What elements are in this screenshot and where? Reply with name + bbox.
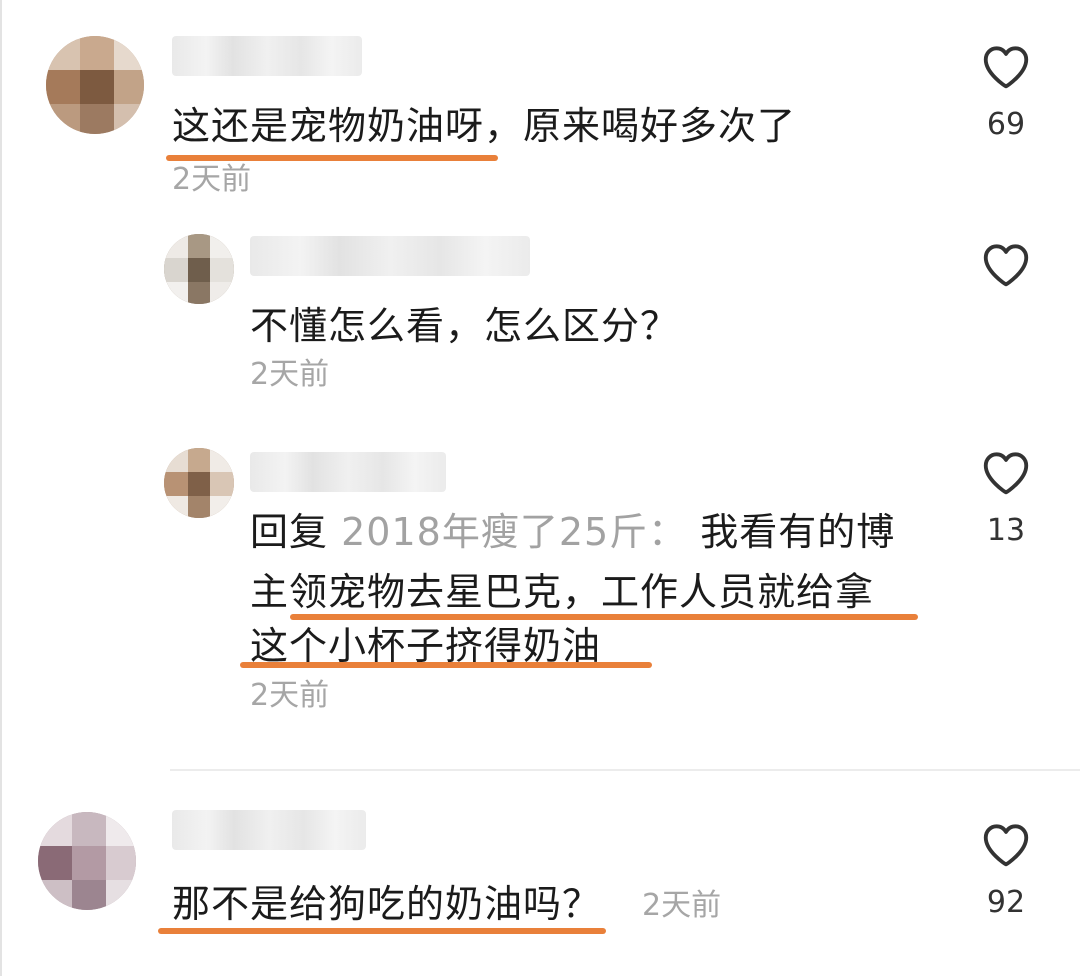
username-blurred-comment-1[interactable] [172, 36, 362, 76]
reply-text-start: 我看有的博 [700, 510, 896, 554]
username-blurred-comment-4[interactable] [172, 810, 366, 850]
highlight-underline [240, 662, 652, 668]
username-blurred-comment-2[interactable] [250, 236, 530, 276]
like-count-comment-1: 69 [986, 107, 1026, 142]
avatar-comment-4[interactable] [38, 812, 136, 910]
reply-target-user[interactable]: 2018年瘦了25斤： [341, 510, 687, 554]
comment-2-time: 2天前 [250, 357, 330, 392]
comment-2-text: 不懂怎么看，怎么区分？ [250, 304, 680, 348]
left-edge-rule [0, 0, 2, 976]
comment-3-line-2: 主领宠物去星巴克，工作人员就给拿 [250, 570, 875, 614]
comment-1-text: 这还是宠物奶油呀，原来喝好多次了 [172, 104, 797, 148]
heart-icon[interactable] [976, 818, 1036, 872]
comment-thread: 这还是宠物奶油呀，原来喝好多次了 2天前 69 不懂怎么看，怎么区分？ 2天前 … [0, 0, 1080, 976]
thread-divider [170, 769, 1080, 771]
like-count-comment-4: 92 [986, 885, 1026, 920]
comment-3-time: 2天前 [250, 678, 330, 713]
comment-4-text: 那不是给狗吃的奶油吗？ [172, 882, 602, 926]
like-count-comment-3: 13 [986, 513, 1026, 548]
reply-prefix: 回复 [250, 510, 329, 554]
highlight-underline [166, 155, 498, 161]
highlight-underline [158, 928, 606, 934]
avatar-comment-3[interactable] [164, 448, 234, 518]
comment-1-time: 2天前 [172, 162, 252, 197]
heart-icon[interactable] [976, 238, 1036, 292]
heart-icon[interactable] [976, 446, 1036, 500]
highlight-underline [290, 614, 918, 620]
comment-3-line-1: 回复 2018年瘦了25斤： 我看有的博 [250, 508, 895, 556]
username-blurred-comment-3[interactable] [250, 452, 446, 492]
avatar-comment-1[interactable] [46, 36, 144, 134]
avatar-comment-2[interactable] [164, 234, 234, 304]
heart-icon[interactable] [976, 40, 1036, 94]
comment-4-time: 2天前 [642, 888, 722, 923]
